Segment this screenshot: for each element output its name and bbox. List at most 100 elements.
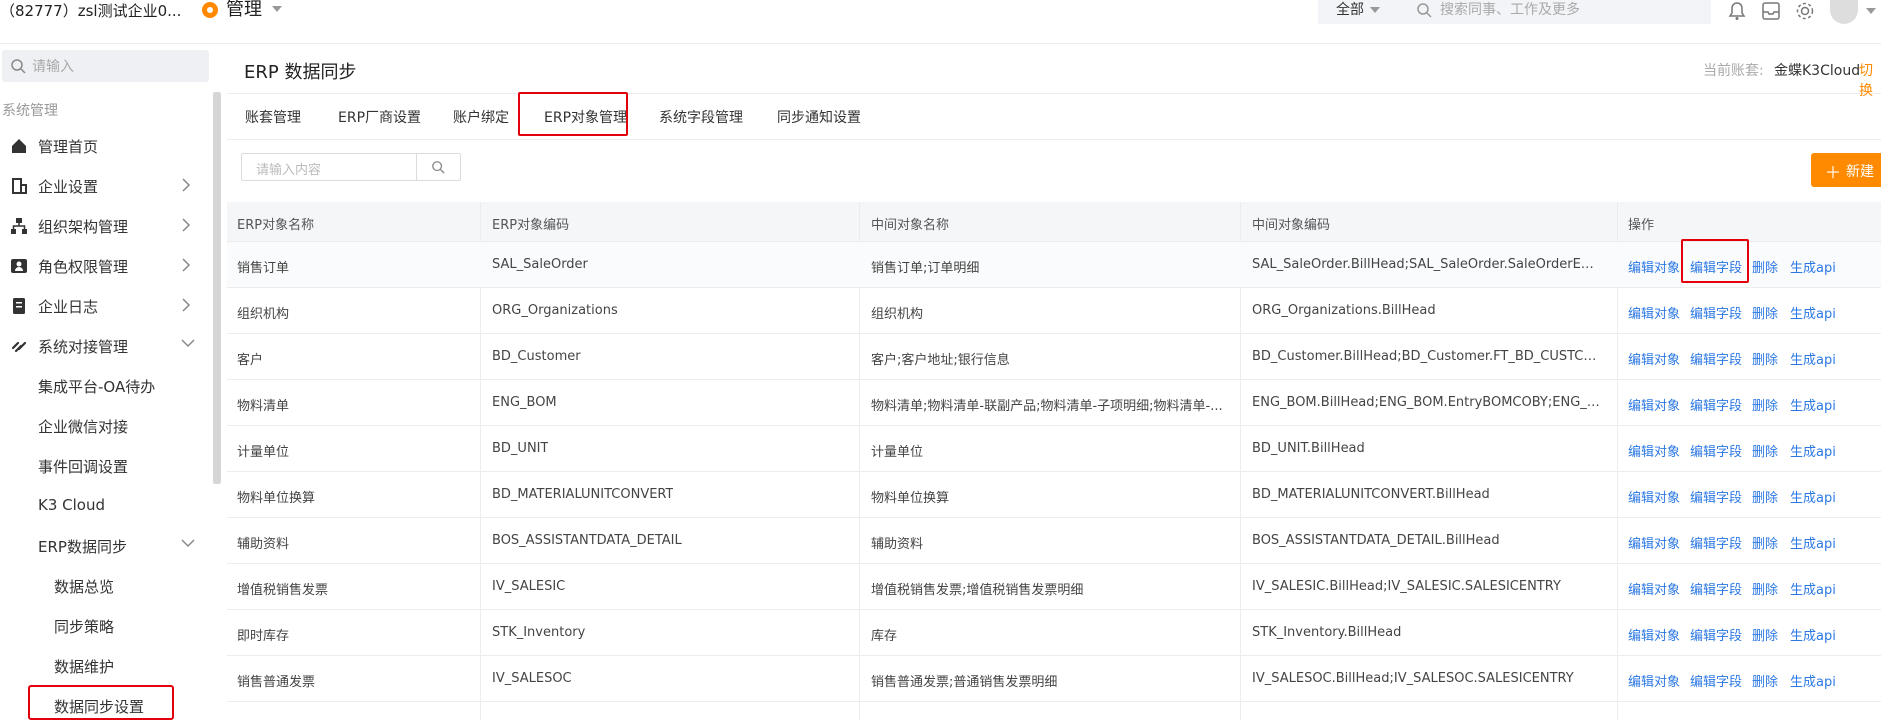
edit-fields-link[interactable]: 编辑字段	[1690, 257, 1742, 276]
generate-api-link[interactable]: 生成api	[1790, 303, 1836, 322]
tab-erp-vendor[interactable]: ERP厂商设置	[338, 107, 421, 127]
company-name[interactable]: （82777）zsl测试企业0...	[0, 0, 181, 22]
search-icon	[1417, 3, 1432, 18]
table-cell: 物料单位换算	[871, 491, 950, 506]
delete-link[interactable]: 删除	[1752, 441, 1778, 460]
generate-api-link[interactable]: 生成api	[1790, 487, 1836, 506]
column-header: 操作	[1628, 218, 1655, 233]
edit-fields-link[interactable]: 编辑字段	[1690, 671, 1742, 690]
edit-fields-link[interactable]: 编辑字段	[1690, 303, 1742, 322]
sidebar-scrollbar[interactable]	[213, 92, 221, 484]
table-cell: 客户;客户地址;银行信息	[871, 353, 1010, 368]
generate-api-link[interactable]: 生成api	[1790, 349, 1836, 368]
generate-api-link[interactable]: 生成api	[1790, 441, 1836, 460]
new-button[interactable]: ＋ 新建	[1811, 153, 1881, 187]
delete-link[interactable]: 删除	[1752, 349, 1778, 368]
sidebar-item-data-maintenance[interactable]: 数据维护	[0, 645, 210, 685]
avatar[interactable]	[1830, 0, 1858, 24]
sidebar-search[interactable]: 请输入	[2, 50, 209, 82]
edit-object-link[interactable]: 编辑对象	[1628, 671, 1680, 690]
edit-fields-link[interactable]: 编辑字段	[1690, 349, 1742, 368]
edit-fields-link[interactable]: 编辑字段	[1690, 579, 1742, 598]
delete-link[interactable]: 删除	[1752, 579, 1778, 598]
delete-link[interactable]: 删除	[1752, 487, 1778, 506]
module-switcher[interactable]: 管理	[226, 0, 262, 22]
sidebar-item-system-integration[interactable]: 系统对接管理	[0, 325, 210, 365]
table-cell: BD_MATERIALUNITCONVERT	[492, 487, 674, 502]
edit-object-link[interactable]: 编辑对象	[1628, 257, 1680, 276]
sidebar-item-wecom[interactable]: 企业微信对接	[0, 405, 210, 445]
sidebar-item-data-overview[interactable]: 数据总览	[0, 565, 210, 605]
edit-object-link[interactable]: 编辑对象	[1628, 625, 1680, 644]
delete-link[interactable]: 删除	[1752, 257, 1778, 276]
generate-api-link[interactable]: 生成api	[1790, 671, 1836, 690]
table-search-button[interactable]	[416, 154, 460, 180]
edit-object-link[interactable]: 编辑对象	[1628, 533, 1680, 552]
sidebar-item-enterprise-log[interactable]: 企业日志	[0, 285, 210, 325]
sidebar-item-enterprise-settings[interactable]: 企业设置	[0, 165, 210, 205]
edit-object-link[interactable]: 编辑对象	[1628, 487, 1680, 506]
tab-account-binding[interactable]: 账户绑定	[453, 107, 509, 127]
edit-object-link[interactable]: 编辑对象	[1628, 303, 1680, 322]
home-icon	[12, 139, 26, 153]
sidebar-item-org-structure[interactable]: 组织架构管理	[0, 205, 210, 245]
delete-link[interactable]: 删除	[1752, 625, 1778, 644]
sidebar-item-k3-cloud[interactable]: K3 Cloud	[0, 485, 210, 525]
chevron-down-icon[interactable]	[1370, 7, 1380, 13]
table-cell: 辅助资料	[237, 537, 290, 552]
chevron-down-icon[interactable]	[272, 6, 282, 12]
delete-link[interactable]: 删除	[1752, 395, 1778, 414]
table-search-input[interactable]: 请输入内容	[256, 159, 321, 178]
edit-fields-link[interactable]: 编辑字段	[1690, 533, 1742, 552]
sidebar-item-role-permissions[interactable]: 角色权限管理	[0, 245, 210, 285]
sidebar-item-home[interactable]: 管理首页	[0, 125, 210, 165]
top-bar: （82777）zsl测试企业0... 管理 全部 搜索同事、工作及更多	[0, 0, 1881, 44]
sidebar-item-event-callback[interactable]: 事件回调设置	[0, 445, 210, 485]
tab-system-fields[interactable]: 系统字段管理	[659, 107, 743, 127]
sidebar-item-label: 系统对接管理	[38, 338, 129, 356]
sidebar-item-label: K3 Cloud	[38, 496, 105, 514]
table-row: 销售普通发票 IV_SALESOC 销售普通发票;普通销售发票明细 IV_SALESO…	[227, 656, 1881, 702]
generate-api-link[interactable]: 生成api	[1790, 257, 1836, 276]
global-search-bar[interactable]: 全部 搜索同事、工作及更多	[1318, 0, 1711, 24]
generate-api-link[interactable]: 生成api	[1790, 625, 1836, 644]
bell-icon[interactable]	[1726, 0, 1748, 22]
global-search-input[interactable]: 搜索同事、工作及更多	[1440, 0, 1580, 20]
table-cell: ORG_Organizations	[492, 303, 618, 318]
chevron-down-icon[interactable]	[1866, 8, 1876, 14]
generate-api-link[interactable]: 生成api	[1790, 395, 1836, 414]
module-logo-icon	[202, 2, 218, 18]
tab-erp-object-management[interactable]: ERP对象管理	[544, 107, 627, 127]
edit-fields-link[interactable]: 编辑字段	[1690, 625, 1742, 644]
table-search[interactable]: 请输入内容	[241, 153, 461, 181]
table-cell: SAL_SaleOrder	[492, 257, 588, 272]
generate-api-link[interactable]: 生成api	[1790, 579, 1836, 598]
inbox-icon[interactable]	[1760, 0, 1782, 22]
search-scope-select[interactable]: 全部	[1336, 0, 1364, 20]
edit-fields-link[interactable]: 编辑字段	[1690, 441, 1742, 460]
edit-object-link[interactable]: 编辑对象	[1628, 395, 1680, 414]
sidebar-item-erp-sync[interactable]: ERP数据同步	[0, 525, 210, 565]
edit-object-link[interactable]: 编辑对象	[1628, 579, 1680, 598]
table-cell: 计量单位	[237, 445, 290, 460]
table-row: 物料单位换算 BD_MATERIALUNITCONVERT 物料单位换算 BD_MAT…	[227, 472, 1881, 518]
generate-api-link[interactable]: 生成api	[1790, 533, 1836, 552]
sidebar-item-sync-settings[interactable]: 数据同步设置	[28, 685, 174, 720]
edit-object-link[interactable]: 编辑对象	[1628, 441, 1680, 460]
edit-fields-link[interactable]: 编辑字段	[1690, 395, 1742, 414]
delete-link[interactable]: 删除	[1752, 671, 1778, 690]
edit-object-link[interactable]: 编辑对象	[1628, 349, 1680, 368]
gear-icon[interactable]	[1794, 0, 1816, 22]
table-cell: IV_SALESIC	[492, 579, 566, 594]
tab-sync-notification[interactable]: 同步通知设置	[777, 107, 861, 127]
edit-fields-link[interactable]: 编辑字段	[1690, 487, 1742, 506]
sidebar-item-oa-todo[interactable]: 集成平台-OA待办	[0, 365, 210, 405]
tab-account-set[interactable]: 账套管理	[245, 107, 301, 127]
table-cell: 物料清单	[237, 399, 290, 414]
table-cell: ORG_Organizations.BillHead	[1252, 303, 1436, 318]
delete-link[interactable]: 删除	[1752, 303, 1778, 322]
table-cell: BD_UNIT	[492, 441, 549, 456]
sidebar-search-input[interactable]: 请输入	[32, 56, 74, 76]
delete-link[interactable]: 删除	[1752, 533, 1778, 552]
sidebar-item-sync-strategy[interactable]: 同步策略	[0, 605, 210, 645]
